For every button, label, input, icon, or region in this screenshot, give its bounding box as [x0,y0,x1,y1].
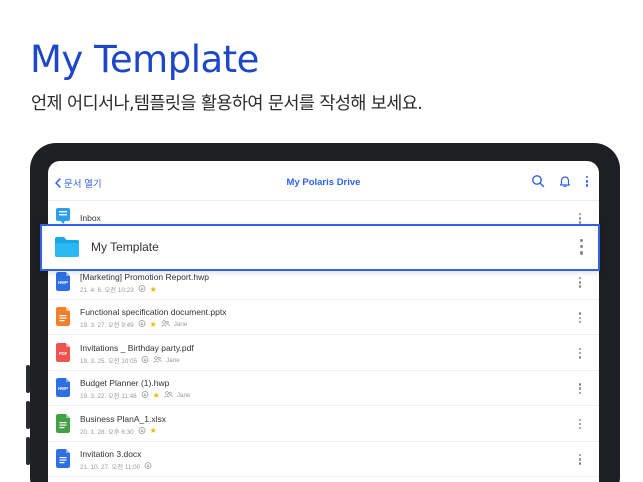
file-name: Invitations _ Birthday party.pdf [80,342,194,353]
cloud-icon [141,391,149,400]
file-date: 21. 4. 6. 오전 10:23 [80,287,134,294]
top-bar: 문서 열기 My Polaris Drive [48,161,599,201]
tablet-side-button [26,401,30,429]
file-type-label: HWP [58,386,68,391]
file-name: Business PlanA_1.xlsx [80,413,166,424]
search-icon[interactable] [531,174,545,188]
star-icon[interactable]: ★ [150,427,157,435]
file-row[interactable]: HWP Budget Planner (1).hwp 19. 3. 22. 오전 1… [48,371,599,407]
file-meta: 19. 3. 27. 오전 9:49 ★ Jane [80,320,187,329]
shared-users-icon [161,320,170,329]
file-owner: Jane [176,392,191,400]
cloud-icon [138,320,146,329]
doc-file-icon [56,449,70,468]
hwp-file-icon: HWP [56,272,70,291]
file-row[interactable]: Business PlanA_1.xlsx 20. 1. 28. 오후 6:30 ★ [48,407,599,442]
file-name: Functional specification document.pptx [80,307,227,318]
page-title: My Polaris Drive [286,177,361,188]
file-row[interactable]: PDF Invitations _ Birthday party.pdf 19. 3… [48,336,599,371]
ppt-file-icon [56,307,70,327]
more-vertical-icon[interactable] [578,347,582,360]
file-meta: 21. 4. 6. 오전 10:23 ★ [80,285,157,294]
tablet-side-button [26,437,30,465]
more-vertical-icon[interactable] [585,174,589,188]
file-meta: 20. 1. 28. 오후 6:30 ★ [80,427,157,436]
cloud-icon [138,285,146,294]
file-date: 19. 3. 25. 오전 10:05 [80,357,138,365]
file-owner: Jane [173,321,188,329]
file-name: [Marketing] Promotion Report.hwp [80,272,209,282]
file-meta: 19. 3. 22. 오전 11:48 ★ Jane [80,391,190,400]
tablet-side-button [26,365,30,393]
more-vertical-icon[interactable] [578,454,582,466]
file-type-label: HWP [58,280,68,285]
star-icon[interactable]: ★ [150,320,157,329]
promo-headline: My Template [30,38,259,81]
my-template-highlight[interactable]: My Template [40,224,600,271]
tablet-screen: 문서 열기 My Polaris Drive Inbox HWP [Marketi… [48,161,599,482]
folder-icon [55,237,79,257]
more-vertical-icon[interactable] [578,418,582,431]
more-vertical-icon[interactable] [578,277,582,289]
pdf-file-icon: PDF [56,342,70,362]
more-vertical-icon[interactable] [579,239,584,257]
file-meta: 21. 10. 27. 오전 11:00 [80,462,152,471]
bell-icon[interactable] [558,174,572,188]
file-date: 19. 3. 27. 오전 9:49 [80,322,134,330]
file-row[interactable]: Functional specification document.pptx 19… [48,300,599,336]
xls-file-icon [56,413,70,433]
file-row[interactable]: Invitation 3.docx 21. 10. 27. 오전 11:00 [48,442,599,477]
file-name: Invitation 3.docx [80,449,142,459]
my-template-label: My Template [91,240,159,254]
shared-users-icon [164,391,173,400]
inbox-label: Inbox [80,213,101,223]
file-name: Budget Planner (1).hwp [80,378,170,389]
cloud-icon [138,426,146,436]
cloud-icon [141,355,149,365]
file-date: 21. 10. 27. 오전 11:00 [80,464,141,471]
star-icon[interactable]: ★ [150,285,157,294]
file-date: 20. 1. 28. 오후 6:30 [80,428,134,436]
hwp-file-icon: HWP [56,378,70,398]
promo-subline: 언제 어디서나,템플릿을 활용하여 문서를 작성해 보세요. [31,94,423,114]
file-owner: Jane [166,356,180,364]
shared-users-icon [153,356,162,365]
file-type-label: PDF [59,351,68,356]
file-meta: 19. 3. 25. 오전 10:05 Jane [80,355,180,365]
more-vertical-icon[interactable] [578,383,582,395]
star-icon[interactable]: ★ [153,391,160,400]
more-vertical-icon[interactable] [578,312,582,324]
cloud-icon [144,462,152,471]
file-date: 19. 3. 22. 오전 11:48 [80,393,137,401]
